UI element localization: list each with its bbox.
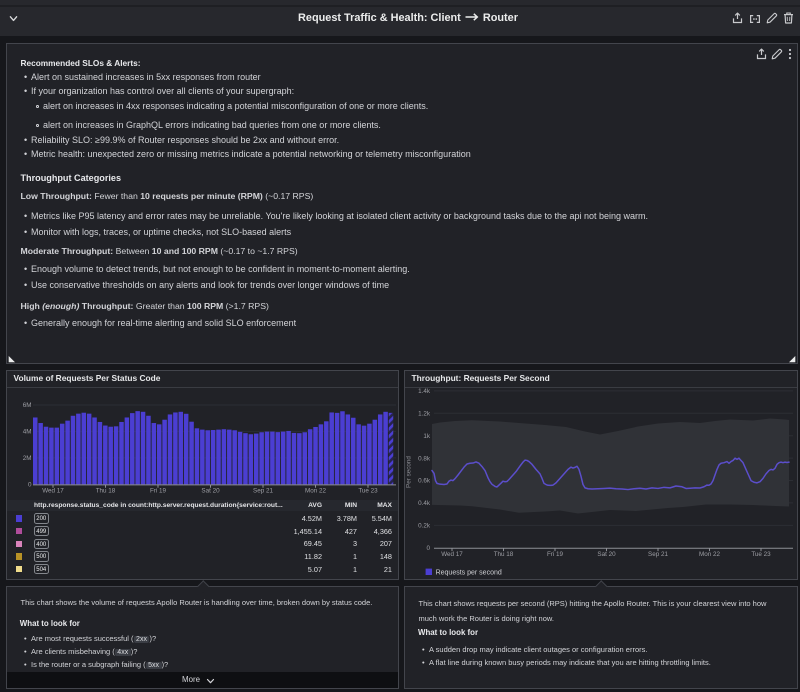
svg-text:Fri 19: Fri 19 [150, 488, 167, 495]
svg-text:Wed 17: Wed 17 [441, 551, 463, 558]
svg-text:Sat 20: Sat 20 [201, 488, 220, 495]
svg-text:1k: 1k [423, 433, 431, 440]
svg-text:Requests per second: Requests per second [436, 570, 502, 577]
svg-text:1.2k: 1.2k [418, 411, 431, 418]
svg-text:Fri 19: Fri 19 [547, 551, 564, 558]
svg-text:Wed 17: Wed 17 [42, 488, 64, 495]
svg-text:Sat 20: Sat 20 [597, 551, 616, 558]
svg-text:Thu 18: Thu 18 [96, 488, 116, 495]
svg-text:1.4k: 1.4k [418, 388, 431, 395]
svg-text:0.8k: 0.8k [418, 455, 431, 462]
svg-text:Sep 21: Sep 21 [648, 551, 668, 558]
svg-text:Tue 23: Tue 23 [358, 488, 378, 495]
svg-text:0: 0 [426, 545, 430, 552]
svg-text:6M: 6M [23, 402, 32, 409]
svg-text:0.6k: 0.6k [418, 478, 431, 485]
svg-text:Thu 18: Thu 18 [494, 551, 514, 558]
svg-text:Mon 22: Mon 22 [699, 551, 721, 558]
svg-text:Mon 22: Mon 22 [305, 488, 327, 495]
svg-text:0: 0 [28, 482, 32, 489]
svg-text:Sep 21: Sep 21 [253, 488, 273, 495]
svg-text:0.2k: 0.2k [418, 523, 431, 530]
svg-text:4M: 4M [23, 429, 32, 436]
svg-text:Tue 23: Tue 23 [751, 551, 771, 558]
svg-text:0.4k: 0.4k [418, 500, 431, 507]
svg-text:2M: 2M [23, 455, 32, 462]
svg-text:Per second: Per second [406, 456, 413, 488]
